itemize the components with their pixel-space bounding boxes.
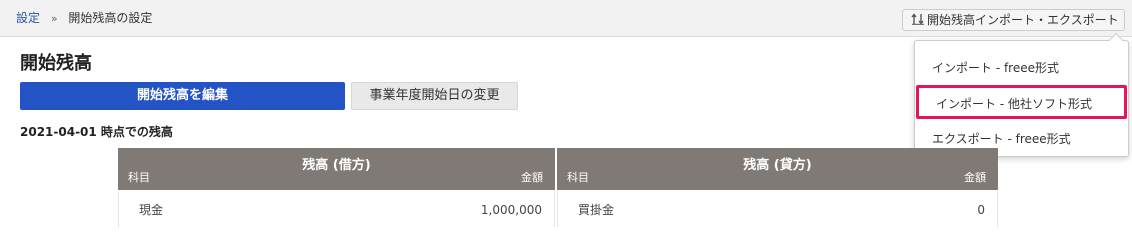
credit-account-column-header: 科目 [567, 171, 589, 184]
breadcrumb-separator: » [50, 12, 58, 25]
credit-table-title: 残高 (貸方) [743, 158, 812, 173]
credit-account-cell: 買掛金 [578, 203, 615, 217]
import-export-button[interactable]: 開始残高インポート・エクスポート [902, 9, 1125, 31]
as-of-date-label: 2021-04-01 時点での残高 [20, 125, 173, 139]
edit-opening-balance-button[interactable]: 開始残高を編集 [20, 82, 345, 110]
up-down-arrows-icon [911, 13, 924, 25]
debit-account-cell: 現金 [139, 203, 164, 217]
debit-account-column-header: 科目 [128, 171, 150, 184]
menu-item-import-freee[interactable]: インポート - freee形式 [932, 60, 1059, 76]
breadcrumb: 設定 » 開始残高の設定 [16, 10, 152, 27]
credit-table-header: 残高 (貸方) 科目 金額 [557, 148, 998, 190]
debit-table-title: 残高 (借方) [302, 158, 371, 173]
table-row: 現金 1,000,000 [118, 191, 555, 227]
change-fiscal-year-start-button[interactable]: 事業年度開始日の変更 [351, 82, 518, 110]
page-title: 開始残高 [20, 53, 92, 74]
debit-amount-cell: 1,000,000 [480, 203, 542, 217]
table-row: 買掛金 0 [557, 191, 998, 227]
menu-item-export-freee[interactable]: エクスポート - freee形式 [932, 131, 1071, 147]
debit-table-header: 残高 (借方) 科目 金額 [118, 148, 555, 190]
debit-amount-column-header: 金額 [521, 171, 543, 184]
breadcrumb-settings-link[interactable]: 設定 [16, 11, 40, 25]
breadcrumb-current: 開始残高の設定 [68, 11, 153, 25]
credit-amount-column-header: 金額 [964, 171, 986, 184]
import-export-button-label: 開始残高インポート・エクスポート [927, 13, 1119, 27]
import-export-dropdown: インポート - freee形式 インポート - 他社ソフト形式 エクスポート -… [914, 32, 1129, 157]
credit-amount-cell: 0 [977, 203, 985, 217]
menu-item-import-other-software[interactable]: インポート - 他社ソフト形式 [936, 96, 1092, 112]
top-bar: 設定 » 開始残高の設定 開始残高インポート・エクスポート [0, 0, 1132, 37]
